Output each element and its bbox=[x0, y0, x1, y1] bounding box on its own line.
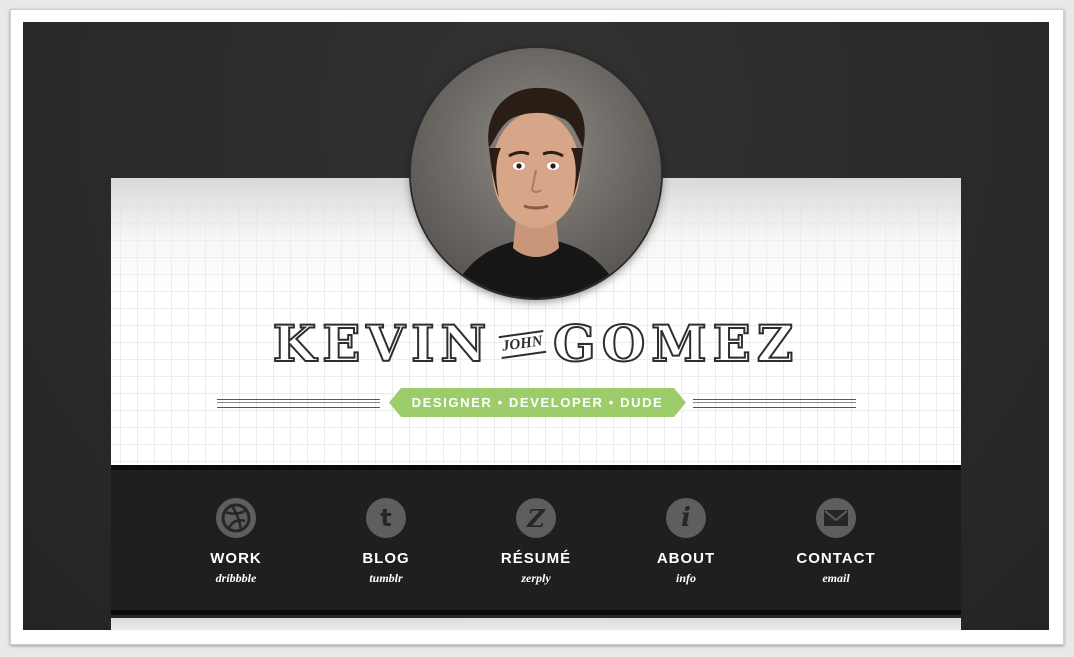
info-icon: i bbox=[666, 498, 706, 538]
nav-sub-blog: tumblr bbox=[369, 571, 403, 585]
mail-icon bbox=[816, 498, 856, 538]
nav-item-about[interactable]: i ABOUT info bbox=[611, 498, 761, 586]
nav-item-contact[interactable]: CONTACT email bbox=[761, 498, 911, 586]
zerply-icon: Z bbox=[516, 498, 556, 538]
site-name: KEVIN JOHN GOMEZ bbox=[111, 316, 961, 372]
nav-sub-contact: email bbox=[822, 571, 850, 585]
nav-label-resume: RÉSUMÉ bbox=[500, 550, 572, 567]
zerply-glyph: Z bbox=[527, 503, 545, 533]
profile-photo bbox=[411, 48, 661, 298]
main-navigation: WORK dribbble t BLOG tumblr Z RÉSUMÉ zer… bbox=[111, 465, 961, 615]
nav-label-blog: BLOG bbox=[362, 550, 410, 567]
portrait-illustration bbox=[451, 87, 621, 298]
tagline-ribbon: DESIGNER • DEVELOPER • DUDE bbox=[389, 388, 686, 417]
dribbble-icon bbox=[216, 498, 256, 538]
nav-label-about: ABOUT bbox=[656, 550, 716, 567]
nav-sub-about: info bbox=[675, 571, 696, 585]
name-middle: JOHN bbox=[498, 329, 547, 359]
tumblr-glyph: t bbox=[380, 504, 392, 532]
nav-sub-work: dribbble bbox=[215, 571, 257, 585]
nav-label-work: WORK bbox=[210, 550, 262, 567]
page-background: KEVIN JOHN GOMEZ DESIGNER • DEVELOPER • … bbox=[23, 22, 1049, 630]
nav-item-work[interactable]: WORK dribbble bbox=[161, 498, 311, 586]
right-divider bbox=[693, 399, 856, 408]
left-divider bbox=[217, 399, 380, 408]
content-area-edge bbox=[111, 618, 961, 630]
name-first: KEVIN bbox=[272, 314, 493, 373]
nav-item-blog[interactable]: t BLOG tumblr bbox=[311, 498, 461, 586]
name-last: GOMEZ bbox=[552, 314, 800, 373]
nav-sub-resume: zerply bbox=[521, 571, 551, 585]
tumblr-icon: t bbox=[366, 498, 406, 538]
nav-label-contact: CONTACT bbox=[796, 550, 876, 567]
nav-item-resume[interactable]: Z RÉSUMÉ zerply bbox=[461, 498, 611, 586]
info-glyph: i bbox=[681, 503, 691, 533]
